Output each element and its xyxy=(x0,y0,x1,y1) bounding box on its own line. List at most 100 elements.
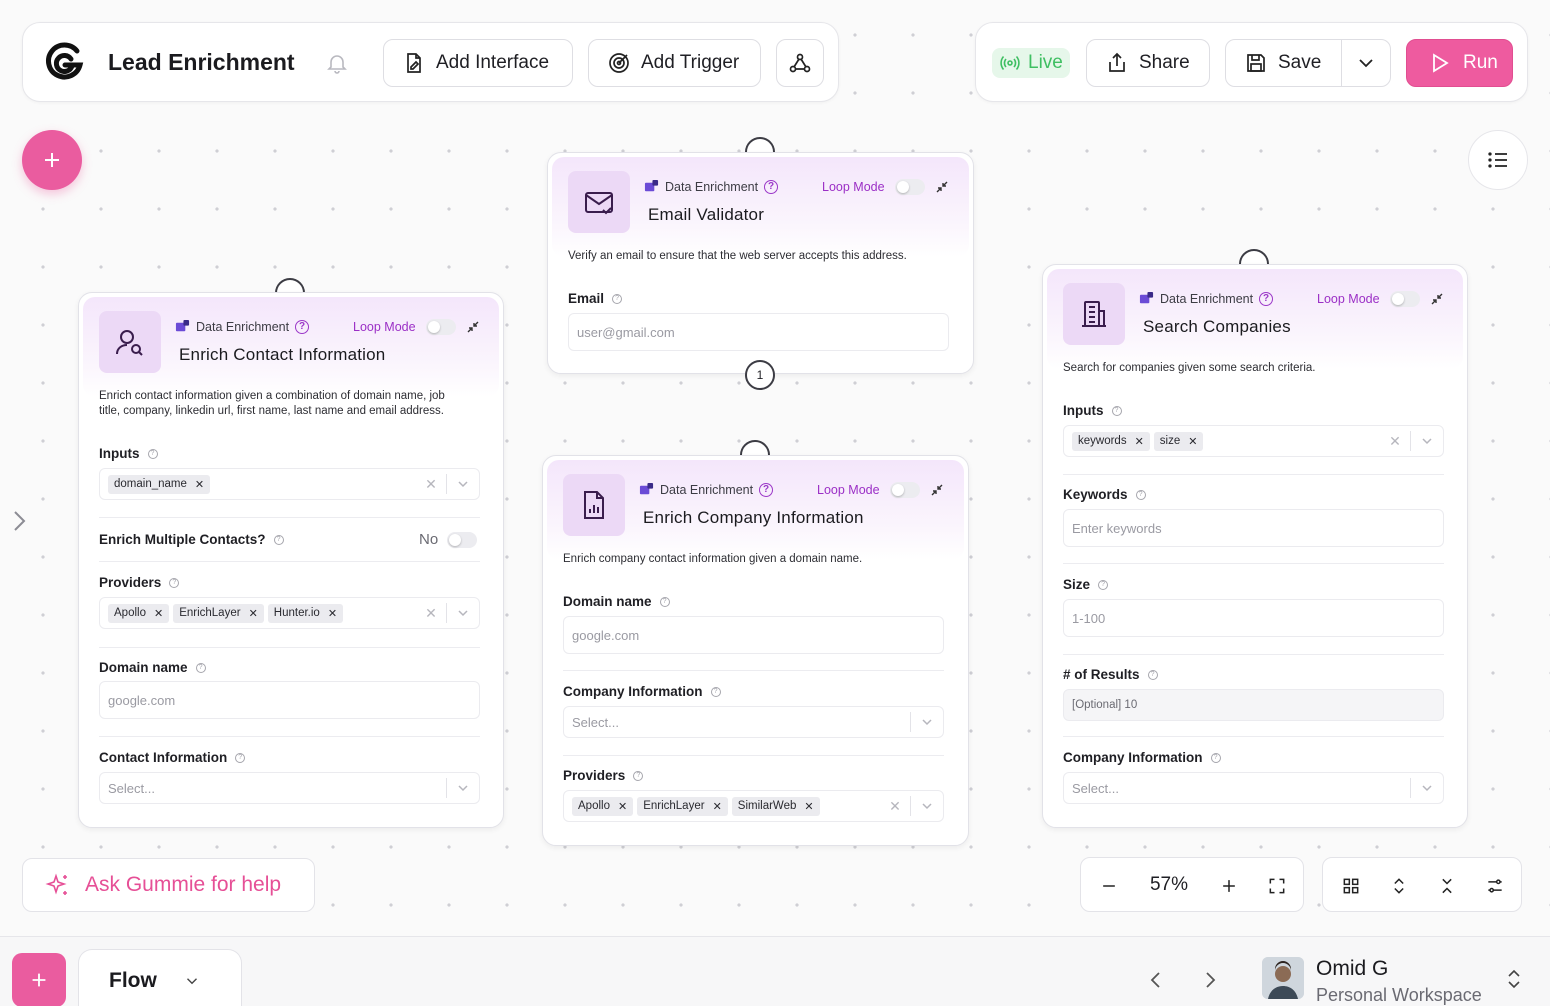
zoom-in-icon[interactable] xyxy=(1217,874,1241,898)
add-node-button[interactable] xyxy=(22,130,82,190)
inputs-multiselect[interactable]: domain_name ✕ ✕ xyxy=(99,468,480,500)
zoom-out-icon[interactable] xyxy=(1097,874,1121,898)
remove-tag-icon[interactable]: ✕ xyxy=(328,607,337,620)
info-icon[interactable]: ? xyxy=(169,577,180,588)
clear-icon[interactable]: ✕ xyxy=(416,605,446,622)
info-icon[interactable]: ? xyxy=(147,448,158,459)
share-button[interactable]: Share xyxy=(1086,39,1210,87)
keywords-input[interactable]: Enter keywords xyxy=(1063,509,1444,547)
chevron-down-icon[interactable] xyxy=(911,716,943,728)
help-icon[interactable]: ? xyxy=(764,179,779,194)
collapse-icon[interactable] xyxy=(930,483,944,497)
email-validator-output-handle[interactable]: 1 xyxy=(745,360,775,390)
remove-tag-icon[interactable]: ✕ xyxy=(618,800,627,813)
chevron-down-icon[interactable] xyxy=(1411,435,1443,447)
fit-view-icon[interactable] xyxy=(1265,874,1289,898)
add-tab-button[interactable] xyxy=(12,953,66,1006)
add-interface-button[interactable]: Add Interface xyxy=(383,39,573,87)
info-icon[interactable]: ? xyxy=(1147,669,1158,680)
company-info-select[interactable]: Select... xyxy=(1063,772,1444,804)
info-icon[interactable]: ? xyxy=(633,770,644,781)
mail-check-icon xyxy=(568,171,630,233)
ask-gummie-label: Ask Gummie for help xyxy=(85,873,282,896)
remove-tag-icon[interactable]: ✕ xyxy=(1135,435,1144,448)
email-validator-node[interactable]: Data Enrichment ? Loop Mode Email Valida… xyxy=(547,152,974,374)
loop-mode-toggle[interactable] xyxy=(894,179,925,195)
providers-multiselect[interactable]: Apollo ✕ EnrichLayer ✕ SimilarWeb ✕ ✕ xyxy=(563,790,944,822)
enrich-contact-node[interactable]: Data Enrichment ? Loop Mode Enrich Conta… xyxy=(78,292,504,828)
email-input[interactable]: user@gmail.com xyxy=(568,313,949,351)
results-input[interactable]: [Optional] 10 xyxy=(1063,689,1444,721)
loop-mode-toggle[interactable] xyxy=(425,319,456,335)
chevron-right-icon[interactable] xyxy=(1202,971,1218,989)
save-button[interactable]: Save xyxy=(1225,39,1342,87)
collapse-icon[interactable] xyxy=(1430,292,1444,306)
chevron-down-icon[interactable] xyxy=(447,478,479,490)
size-input[interactable]: 1-100 xyxy=(1063,599,1444,637)
flow-tab[interactable]: Flow xyxy=(78,949,242,1006)
chevron-down-icon[interactable] xyxy=(447,782,479,794)
expand-sidebar-chevron-icon[interactable] xyxy=(8,508,30,534)
flow-title[interactable]: Lead Enrichment xyxy=(108,49,295,76)
domain-input[interactable]: google.com xyxy=(563,616,944,654)
node-list-button[interactable] xyxy=(1468,130,1528,190)
webhook-button[interactable] xyxy=(776,39,824,87)
save-options-dropdown[interactable] xyxy=(1341,39,1391,87)
provider-tag: Apollo ✕ xyxy=(572,796,634,816)
avatar[interactable] xyxy=(1262,957,1304,999)
domain-input[interactable]: google.com xyxy=(99,681,480,719)
data-enrichment-icon xyxy=(644,179,659,194)
info-icon[interactable]: ? xyxy=(659,596,670,607)
collapse-icon[interactable] xyxy=(935,180,949,194)
remove-tag-icon[interactable]: ✕ xyxy=(1188,435,1197,448)
plus-icon xyxy=(28,969,50,991)
company-info-select[interactable]: Select... xyxy=(563,706,944,738)
remove-tag-icon[interactable]: ✕ xyxy=(154,607,163,620)
settings-sliders-icon[interactable] xyxy=(1483,874,1507,898)
multiple-contacts-toggle[interactable] xyxy=(447,532,477,548)
remove-tag-icon[interactable]: ✕ xyxy=(249,607,258,620)
app-logo-icon[interactable] xyxy=(43,41,85,83)
remove-tag-icon[interactable]: ✕ xyxy=(713,800,722,813)
help-icon[interactable]: ? xyxy=(1259,291,1274,306)
contact-info-select[interactable]: Select... xyxy=(99,772,480,804)
live-status-badge[interactable]: Live xyxy=(992,48,1070,78)
info-icon[interactable]: ? xyxy=(195,662,206,673)
loop-mode-toggle[interactable] xyxy=(889,482,920,498)
help-icon[interactable]: ? xyxy=(759,482,774,497)
info-icon[interactable]: ? xyxy=(612,293,623,304)
chevron-down-icon[interactable] xyxy=(447,607,479,619)
remove-tag-icon[interactable]: ✕ xyxy=(804,800,813,813)
clear-icon[interactable]: ✕ xyxy=(1380,433,1410,450)
providers-multiselect[interactable]: Apollo ✕ EnrichLayer ✕ Hunter.io ✕ ✕ xyxy=(99,597,480,629)
add-trigger-button[interactable]: Add Trigger xyxy=(588,39,761,87)
grid-layout-icon[interactable] xyxy=(1339,874,1363,898)
ask-gummie-button[interactable]: Ask Gummie for help xyxy=(22,858,315,912)
clear-icon[interactable]: ✕ xyxy=(880,798,910,815)
chevron-down-icon[interactable] xyxy=(911,800,943,812)
help-icon[interactable]: ? xyxy=(295,319,310,334)
info-icon[interactable]: ? xyxy=(1210,752,1221,763)
loop-mode-label: Loop Mode xyxy=(822,180,885,194)
bell-icon[interactable] xyxy=(325,51,349,75)
info-icon[interactable]: ? xyxy=(273,534,284,545)
info-icon[interactable]: ? xyxy=(1111,405,1122,416)
info-icon[interactable]: ? xyxy=(1098,579,1109,590)
select-placeholder: Select... xyxy=(1072,780,1119,796)
remove-tag-icon[interactable]: ✕ xyxy=(195,478,204,491)
chevron-left-icon[interactable] xyxy=(1148,971,1164,989)
info-icon[interactable]: ? xyxy=(235,752,246,763)
workspace-switch-icon[interactable] xyxy=(1506,967,1522,991)
search-companies-node[interactable]: Data Enrichment ? Loop Mode Search Compa… xyxy=(1042,264,1468,828)
collapse-vertical-icon[interactable] xyxy=(1435,874,1459,898)
loop-mode-toggle[interactable] xyxy=(1389,291,1420,307)
info-icon[interactable]: ? xyxy=(1135,489,1146,500)
clear-icon[interactable]: ✕ xyxy=(416,476,446,493)
chevron-down-icon[interactable] xyxy=(1411,782,1443,794)
enrich-company-node[interactable]: Data Enrichment ? Loop Mode Enrich Compa… xyxy=(542,455,969,846)
collapse-icon[interactable] xyxy=(466,320,480,334)
inputs-multiselect[interactable]: keywords ✕ size ✕ ✕ xyxy=(1063,425,1444,457)
run-button[interactable]: Run xyxy=(1406,39,1513,87)
expand-vertical-icon[interactable] xyxy=(1387,874,1411,898)
info-icon[interactable]: ? xyxy=(710,686,721,697)
